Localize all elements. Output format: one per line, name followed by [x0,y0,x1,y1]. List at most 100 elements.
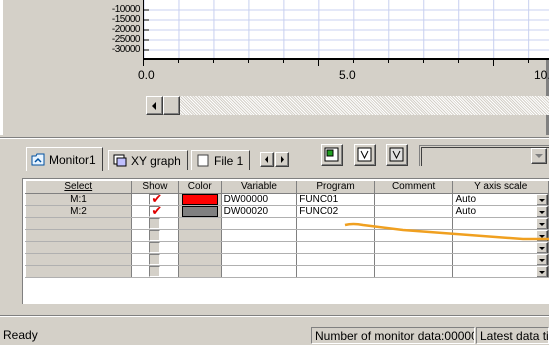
status-ready: Ready [3,328,38,342]
tab-monitor1[interactable]: Monitor1 [26,147,103,171]
program-cell[interactable]: FUNC02 [296,205,375,218]
color-cell[interactable] [178,265,222,279]
show-checkbox[interactable] [149,254,161,265]
x-tick-label: 0.0 [138,68,155,82]
row-select-button[interactable]: M:2 [24,204,133,218]
scale-dropdown-button[interactable] [536,266,548,277]
tab-label: File 1 [214,153,244,168]
comment-cell[interactable] [374,253,454,267]
variable-cell[interactable] [221,217,298,230]
row-select-button[interactable] [24,216,133,230]
show-checkbox[interactable] [149,266,161,277]
tab-scroll-right-button[interactable] [275,152,289,167]
comment-cell[interactable] [374,193,454,206]
x-tick-mark [317,58,319,66]
show-checkbox-cell[interactable] [131,241,179,255]
show-checkbox-cell[interactable]: ✔ [131,193,179,206]
status-bar: Ready Number of monitor data:00000 Lates… [0,325,549,345]
show-checkbox[interactable]: ✔ [149,205,162,217]
variable-cell[interactable] [221,253,298,267]
tab-xy-graph[interactable]: XY graph [108,150,188,170]
column-header-show[interactable]: Show [131,181,179,194]
row-select-button[interactable] [24,253,133,267]
show-checkbox-cell[interactable] [131,217,179,230]
y-axis-scale-select[interactable] [452,229,549,243]
monitor-grid: Select Show Color Variable Program Comme… [22,178,549,304]
row-select-button[interactable] [24,228,133,243]
color-swatch [181,205,218,217]
program-cell[interactable]: FUNC01 [296,193,375,206]
color-cell[interactable] [178,205,222,218]
tab-scroll-left-button[interactable] [260,152,274,167]
show-checkbox[interactable]: ✔ [149,193,162,205]
column-header-variable[interactable]: Variable [221,181,298,194]
row-select-button[interactable]: M:1 [24,192,133,206]
y-axis-scale-select[interactable] [452,241,549,255]
variable-cell[interactable] [221,265,298,279]
comment-cell[interactable] [374,241,454,255]
variable-cell[interactable]: DW00020 [221,205,298,218]
scale-dropdown-button[interactable] [536,254,548,265]
program-cell[interactable] [296,253,375,267]
color-cell[interactable] [178,253,222,267]
comment-cell[interactable] [374,205,454,218]
program-cell[interactable] [296,265,375,279]
plot-grid [144,0,549,58]
color-cell[interactable] [178,241,222,255]
comment-cell[interactable] [374,217,454,230]
file-tab-icon [196,154,210,167]
graph-view-button[interactable] [321,144,343,166]
chevron-down-icon [539,247,545,251]
view-toggle-2-button[interactable] [386,144,408,166]
column-header-select[interactable]: Select [25,181,133,194]
scale-dropdown-button[interactable] [536,193,548,205]
row-select-button[interactable] [24,241,133,255]
y-axis-scale-select[interactable] [452,253,549,267]
show-checkbox-cell[interactable]: ✔ [131,205,179,218]
y-axis-scale-select[interactable] [452,217,549,230]
column-header-program[interactable]: Program [296,181,375,194]
show-checkbox-cell[interactable] [131,265,179,279]
variable-cell[interactable] [221,229,298,243]
show-checkbox-cell[interactable] [131,229,179,243]
y-axis-scale-select[interactable]: Auto [452,205,549,218]
program-cell[interactable] [296,229,375,243]
variable-cell[interactable] [221,241,298,255]
scale-dropdown-button[interactable] [536,229,548,241]
show-checkbox[interactable] [149,242,161,253]
scale-dropdown-button[interactable] [536,242,548,253]
column-header-comment[interactable]: Comment [374,181,454,194]
color-cell[interactable] [178,229,222,243]
graph-view-icon [324,147,339,162]
scale-dropdown-button[interactable] [536,205,548,217]
comment-cell[interactable] [374,229,454,243]
scroll-left-button[interactable] [146,96,163,115]
scroll-thumb[interactable] [163,96,180,115]
color-cell[interactable] [178,193,222,206]
tab-file-1[interactable]: File 1 [191,150,251,170]
x-tick-mark [422,58,424,63]
panel-separator [0,137,549,139]
tab-label: Monitor1 [49,152,96,167]
color-cell[interactable] [178,217,222,230]
show-checkbox[interactable] [149,217,161,229]
scale-dropdown-button[interactable] [536,217,548,229]
program-cell[interactable] [296,217,375,230]
toolbar-combo-box[interactable] [419,145,549,166]
y-axis-scale-select[interactable]: Auto [452,193,549,206]
column-header-color[interactable]: Color [178,181,222,194]
variable-cell[interactable]: DW00000 [221,193,298,206]
show-checkbox-cell[interactable] [131,253,179,267]
x-tick-label: 10.0 [534,68,549,82]
x-tick-mark [212,58,214,63]
program-cell[interactable] [296,241,375,255]
column-header-y-axis-scale[interactable]: Y axis scale [452,181,549,194]
show-checkbox[interactable] [149,229,161,241]
tab-label: XY graph [131,153,181,168]
row-select-button[interactable] [24,265,133,279]
combo-dropdown-button[interactable] [531,148,547,164]
horizontal-scrollbar[interactable] [146,96,549,115]
comment-cell[interactable] [374,265,454,279]
view-toggle-button[interactable] [354,144,376,166]
y-axis-scale-select[interactable] [452,265,549,279]
